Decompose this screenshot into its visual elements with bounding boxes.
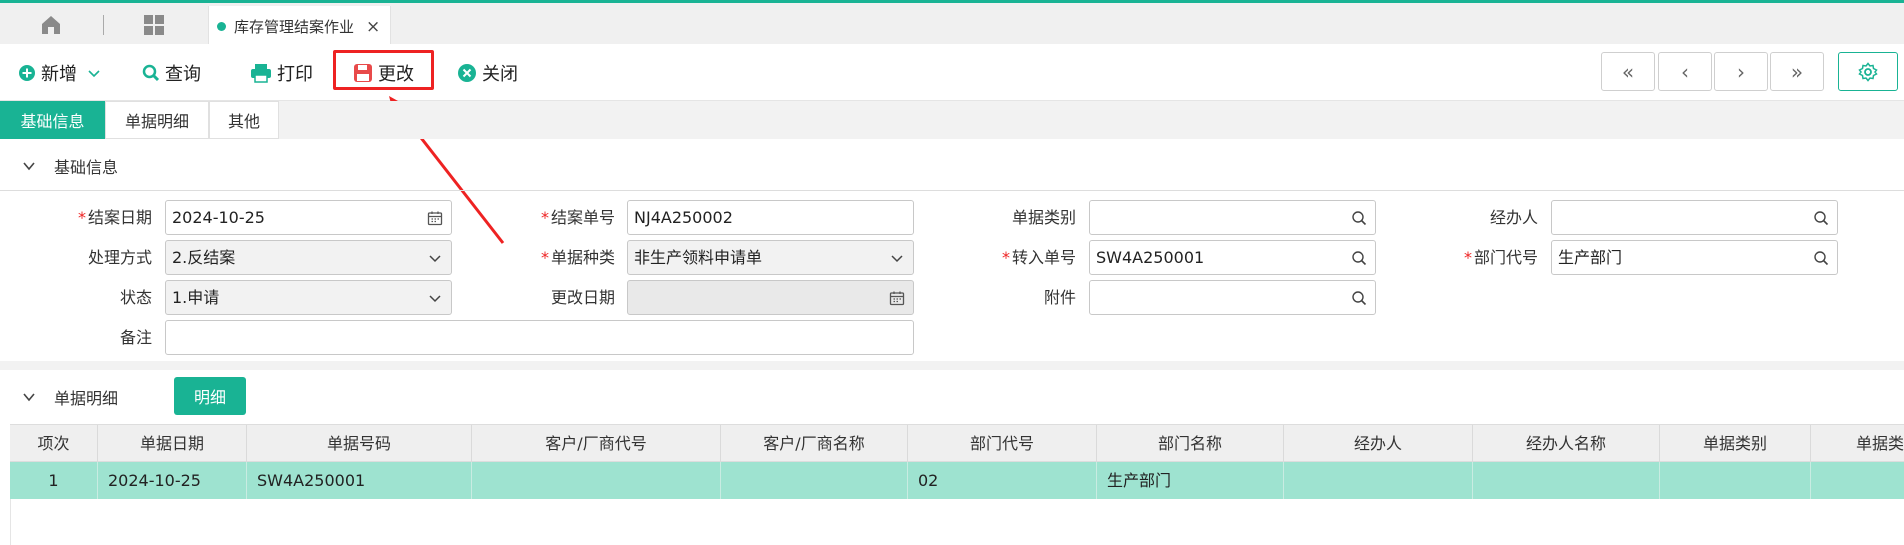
chevron-down-icon (429, 255, 441, 263)
search-icon[interactable] (1351, 210, 1367, 226)
doc-kind-select[interactable]: 非生产领料申请单 (627, 240, 914, 275)
search-icon[interactable] (1351, 290, 1367, 306)
handler-field[interactable] (1551, 200, 1838, 235)
last-record-button[interactable]: » (1770, 52, 1824, 91)
grid-cell (1284, 462, 1473, 499)
grid-header-cell[interactable]: 经办人名称 (1473, 425, 1660, 463)
dept-label: * 部门代号 (1463, 248, 1538, 267)
close-date-field[interactable]: 2024-10-25 (165, 200, 452, 235)
subtab-basic-info[interactable]: 基础信息 (0, 101, 105, 139)
status-select[interactable]: 1.申请 (165, 280, 452, 315)
detail-button[interactable]: 明细 (174, 377, 246, 415)
doc-type-field[interactable] (1089, 200, 1376, 235)
grid-header-cell[interactable]: 项次 (10, 425, 98, 463)
grid-cell: 1 (10, 462, 98, 499)
section-detail-header[interactable]: 单据明细 (0, 372, 1904, 422)
next-record-button[interactable]: › (1714, 52, 1768, 91)
remark-field[interactable] (165, 320, 914, 355)
method-select[interactable]: 2.反结案 (165, 240, 452, 275)
grid-cell (721, 462, 908, 499)
search-icon[interactable] (1813, 250, 1829, 266)
previous-record-button[interactable]: ‹ (1658, 52, 1712, 91)
attachment-field[interactable] (1089, 280, 1376, 315)
doc-kind-label: * 单据种类 (540, 248, 615, 267)
search-icon[interactable] (1813, 210, 1829, 226)
grid-cell (472, 462, 721, 499)
grid-cell: 生产部门 (1097, 462, 1284, 499)
handler-label: 经办人 (1489, 208, 1538, 227)
grid-cell: 2024-10-25 (98, 462, 247, 499)
table-row[interactable]: 1 2024-10-25 SW4A250001 02 生产部门 (10, 462, 1904, 499)
subtab-other[interactable]: 其他 (209, 101, 279, 139)
grid-cell: 02 (908, 462, 1097, 499)
transfer-no-field[interactable]: SW4A250001 (1089, 240, 1376, 275)
edit-date-field (627, 280, 914, 315)
method-label: 处理方式 (87, 248, 152, 267)
subtab-doc-detail[interactable]: 单据明细 (105, 101, 209, 139)
grid-header-cell[interactable]: 客户/厂商代号 (472, 425, 721, 463)
section-divider (0, 361, 1904, 370)
calendar-icon[interactable] (427, 210, 443, 226)
first-record-button[interactable]: « (1601, 52, 1655, 91)
calendar-icon (889, 291, 905, 306)
section-basic-info-title: 基础信息 (54, 157, 119, 177)
attachment-label: 附件 (1043, 288, 1076, 307)
grid-cell (1660, 462, 1811, 499)
chevron-down-icon (23, 161, 35, 170)
grid-cell (1473, 462, 1660, 499)
chevron-down-icon (891, 255, 903, 263)
gear-icon (1858, 61, 1878, 82)
close-date-label: * 结案日期 (77, 208, 152, 227)
edit-date-label: 更改日期 (550, 288, 615, 307)
form-subtabs: 基础信息 单据明细 其他 (0, 101, 1904, 139)
grid-empty-area (10, 499, 1904, 545)
remark-label: 备注 (119, 328, 152, 347)
transfer-no-label: * 转入单号 (1001, 248, 1076, 267)
doc-type-label: 单据类别 (1011, 208, 1076, 227)
status-label: 状态 (119, 288, 152, 307)
grid-header-cell[interactable]: 单据类别 (1660, 425, 1811, 463)
chevron-down-icon (429, 295, 441, 303)
grid-cell (1811, 462, 1904, 499)
close-no-label: * 结案单号 (540, 208, 615, 227)
grid-header-cell[interactable]: 客户/厂商名称 (721, 425, 908, 463)
chevron-down-icon (23, 393, 35, 402)
close-no-field[interactable]: NJ4A250002 (627, 200, 914, 235)
grid-header-cell[interactable]: 单据日期 (98, 425, 247, 463)
section-detail-title: 单据明细 (54, 389, 119, 408)
grid-cell: SW4A250001 (247, 462, 472, 499)
search-icon[interactable] (1351, 250, 1367, 266)
grid-header-cell[interactable]: 部门代号 (908, 425, 1097, 463)
section-basic-info-header[interactable]: 基础信息 (0, 141, 1904, 191)
grid-header-cell[interactable]: 部门名称 (1097, 425, 1284, 463)
dept-field[interactable]: 生产部门 (1551, 240, 1838, 275)
grid-header-cell[interactable]: 单据类 (1811, 425, 1904, 463)
grid-header-row: 项次 单据日期 单据号码 客户/厂商代号 客户/厂商名称 部门代号 部门名称 经… (10, 424, 1904, 463)
grid-header-cell[interactable]: 单据号码 (247, 425, 472, 463)
grid-header-cell[interactable]: 经办人 (1284, 425, 1473, 463)
settings-button[interactable] (1838, 52, 1898, 91)
